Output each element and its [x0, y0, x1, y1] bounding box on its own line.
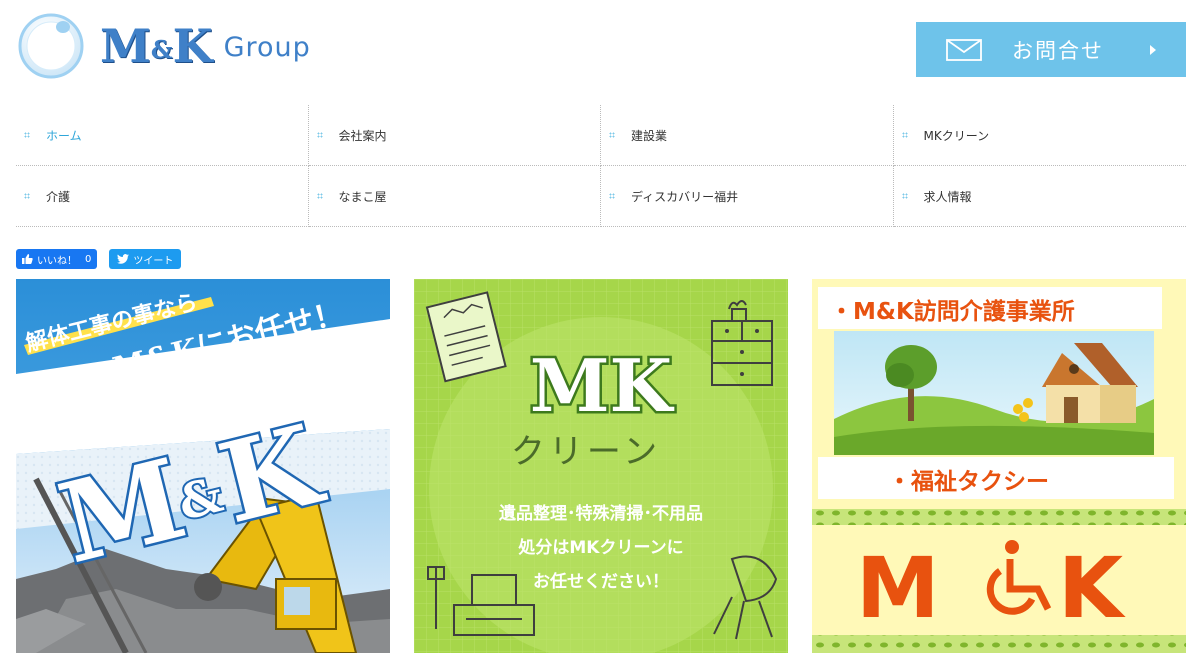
site-logo[interactable]: M&K Group	[16, 12, 336, 80]
mk-clean-logo: MK	[530, 343, 675, 428]
bullet-icon	[24, 193, 30, 199]
social-buttons: いいね！ 0 ツイート	[16, 249, 182, 269]
mk-clean-banner-image: MK クリーン 遺品整理･特殊清掃･不用品 処分はMKクリーンに お任せください…	[414, 279, 788, 653]
care-banner-image: ・M&K訪問介護事業所 ・福祉タクシー M K	[812, 279, 1186, 653]
care-logo-m: M	[856, 539, 940, 637]
bullet-icon	[316, 193, 323, 199]
tweet-button[interactable]: ツイート	[109, 249, 182, 269]
mk-clean-line3: お任せください！	[533, 571, 669, 592]
bullet-icon	[901, 132, 908, 138]
card-mk-clean[interactable]: MK クリーン 遺品整理･特殊清掃･不用品 処分はMKクリーンに お任せください…	[414, 279, 788, 653]
nav-item-discovery-fukui[interactable]: ディスカバリー福井	[601, 166, 894, 227]
mk-clean-line2: 処分はMKクリーンに	[517, 538, 683, 558]
care-logo-k: K	[1058, 539, 1126, 637]
care-title2: ・福祉タクシー	[888, 469, 1049, 495]
nav-item-label: 建設業	[631, 128, 668, 143]
chevron-right-icon	[1150, 44, 1156, 55]
contact-label: お問合せ	[1012, 38, 1104, 63]
nav-item-home[interactable]: ホーム	[16, 105, 309, 166]
nav-item-company[interactable]: 会社案内	[308, 105, 601, 166]
page: M&K Group お問合せ ホーム 会社案内 建設業 MKクリーン 介護 なま…	[0, 0, 1196, 665]
nav-item-label: なまこ屋	[338, 189, 387, 204]
facebook-like-button[interactable]: いいね！ 0	[16, 249, 98, 269]
nav-item-namakoya[interactable]: なまこ屋	[308, 166, 601, 227]
card-care[interactable]: ・M&K訪問介護事業所 ・福祉タクシー M K	[812, 279, 1186, 653]
twitter-bird-icon	[117, 254, 130, 264]
mk-clean-sub: クリーン	[511, 432, 661, 472]
bullet-icon	[609, 132, 615, 138]
contact-button[interactable]: お問合せ	[916, 22, 1186, 77]
nav-item-recruit[interactable]: 求人情報	[893, 166, 1186, 227]
thumbs-up-icon	[22, 254, 33, 264]
nav-item-label: MKクリーン	[923, 128, 990, 143]
logo-circle-icon	[18, 13, 84, 79]
bullet-icon	[316, 132, 323, 138]
nav-item-label: 介護	[46, 189, 71, 204]
nav-item-mk-clean[interactable]: MKクリーン	[893, 105, 1186, 166]
nav-item-label: ホーム	[46, 128, 82, 143]
nav-item-care[interactable]: 介護	[16, 166, 309, 227]
main-nav: ホーム 会社案内 建設業 MKクリーン 介護 なまこ屋 ディスカバリー福井 求人…	[16, 105, 1186, 227]
facebook-like-count: 0	[85, 253, 92, 265]
bullet-icon	[901, 193, 908, 199]
care-title1: ・M&K訪問介護事業所	[830, 298, 1075, 325]
nav-item-construction[interactable]: 建設業	[601, 105, 894, 166]
mk-clean-line1: 遺品整理･特殊清掃･不用品	[499, 503, 703, 524]
logo-group-text: Group	[223, 31, 311, 63]
nav-item-label: 会社案内	[338, 128, 387, 143]
mail-icon	[946, 38, 982, 61]
tweet-label: ツイート	[133, 255, 174, 267]
nav-item-label: 求人情報	[923, 189, 972, 204]
bullet-icon	[609, 193, 615, 199]
nav-item-label: ディスカバリー福井	[631, 189, 739, 204]
card-construction[interactable]: 解体工事の事なら M&Kにお任せ！ M & K	[16, 279, 390, 653]
bullet-icon	[24, 132, 30, 138]
facebook-like-label: いいね！	[37, 255, 77, 267]
construction-banner-image: 解体工事の事なら M&Kにお任せ！ M & K	[16, 279, 390, 653]
logo-wordmark: M&K	[100, 19, 213, 73]
